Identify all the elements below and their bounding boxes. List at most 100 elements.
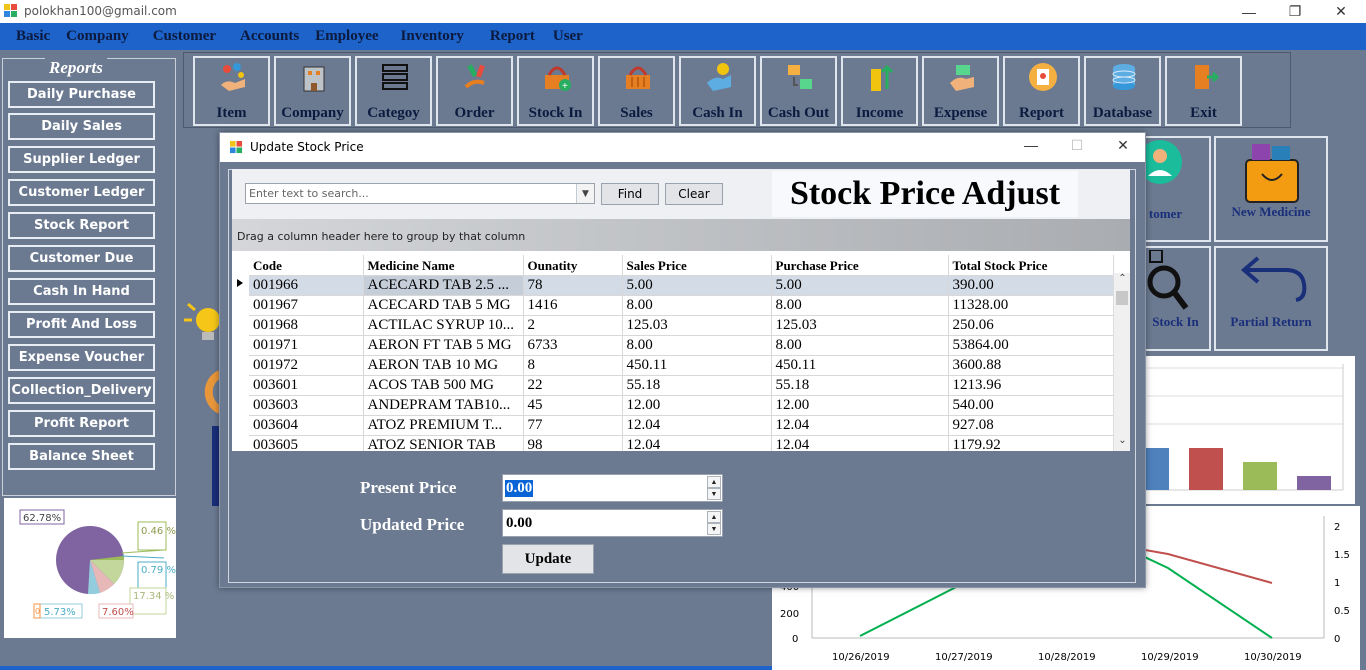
- search-input[interactable]: Enter text to search... ▼: [245, 183, 595, 204]
- partial-return-tile[interactable]: Partial Return: [1214, 246, 1328, 351]
- balance-sheet-button[interactable]: Balance Sheet: [8, 443, 155, 470]
- pie-label-6: 0: [35, 607, 40, 616]
- column-header-sales-price[interactable]: Sales Price: [622, 255, 772, 276]
- pie-label-3: 17.34 %: [133, 591, 174, 602]
- toolbar-cash-out-button[interactable]: Cash Out: [760, 56, 837, 126]
- toolbar-income-label: Income: [855, 105, 904, 121]
- magnifier-icon: [1147, 250, 1189, 310]
- cell-sales-price: 8.00: [622, 295, 772, 316]
- table-row[interactable]: 003603 ANDEPRAM TAB10... 45 12.00 12.00 …: [249, 395, 1114, 416]
- dialog-app-icon: [230, 141, 243, 154]
- menu-company[interactable]: Company: [58, 28, 137, 45]
- menu-user[interactable]: User: [545, 28, 591, 45]
- bar-2: [1189, 448, 1223, 490]
- chevron-down-icon[interactable]: ▼: [576, 184, 594, 203]
- left-tick-1: 200: [780, 609, 799, 620]
- expense-voucher-button[interactable]: Expense Voucher: [8, 344, 155, 371]
- customer-ledger-button[interactable]: Customer Ledger: [8, 179, 155, 206]
- menu-employee[interactable]: Employee: [307, 28, 386, 45]
- toolbar-stock-in-label: Stock In: [528, 105, 583, 121]
- toolbar-company-button[interactable]: Company: [274, 56, 351, 126]
- table-row[interactable]: 001972 AERON TAB 10 MG 8 450.11 450.11 3…: [249, 355, 1114, 376]
- table-row[interactable]: 003604 ATOZ PREMIUM T... 77 12.04 12.04 …: [249, 415, 1114, 436]
- toolbar-expense-button[interactable]: Expense: [922, 56, 999, 126]
- toolbar-sales-button[interactable]: Sales: [598, 56, 675, 126]
- toolbar-cash-in-button[interactable]: Cash In: [679, 56, 756, 126]
- reports-legend: Reports: [45, 58, 107, 78]
- cell-purchase-price: 12.04: [771, 435, 949, 451]
- table-row[interactable]: 001967 ACECARD TAB 5 MG 1416 8.00 8.00 1…: [249, 295, 1114, 316]
- cell-sales-price: 8.00: [622, 335, 772, 356]
- table-row[interactable]: 001971 AERON FT TAB 5 MG 6733 8.00 8.00 …: [249, 335, 1114, 356]
- toolbar-stock-in-button[interactable]: + Stock In: [517, 56, 594, 126]
- clear-button[interactable]: Clear: [665, 183, 723, 205]
- menu-basic[interactable]: Basic: [8, 28, 58, 45]
- update-button[interactable]: Update: [502, 544, 594, 574]
- column-header-medicine-name[interactable]: Medicine Name: [363, 255, 524, 276]
- column-header-quantity[interactable]: Ounatity: [523, 255, 623, 276]
- stock-report-button[interactable]: Stock Report: [8, 212, 155, 239]
- toolbar-report-button[interactable]: Report: [1003, 56, 1080, 126]
- new-medicine-tile[interactable]: New Medicine: [1214, 136, 1328, 242]
- toolbar-exit-label: Exit: [1190, 105, 1217, 121]
- vertical-scrollbar[interactable]: ⌃ ⌄: [1113, 273, 1130, 451]
- menu-report[interactable]: Report: [482, 28, 543, 45]
- toolbar-database-button[interactable]: Database: [1084, 56, 1161, 126]
- collection-delivery-button[interactable]: Collection_Delivery: [8, 377, 155, 404]
- present-price-spinner[interactable]: ▲ ▼: [707, 476, 721, 500]
- scroll-up-icon[interactable]: ⌃: [1114, 273, 1130, 289]
- cell-quantity: 6733: [523, 335, 623, 356]
- cell-purchase-price: 450.11: [771, 355, 949, 376]
- dialog-title: Update Stock Price: [250, 140, 364, 154]
- cell-code: 001971: [249, 335, 364, 356]
- dialog-minimize-button[interactable]: —: [1016, 137, 1046, 157]
- bar-4: [1297, 476, 1331, 490]
- stock-in-tile-label: Stock In: [1152, 314, 1199, 329]
- toolbar-expense-label: Expense: [933, 105, 988, 121]
- cell-total-stock-price: 1213.96: [948, 375, 1114, 396]
- column-header-code[interactable]: Code: [249, 255, 364, 276]
- dialog-maximize-button[interactable]: ☐: [1062, 137, 1092, 157]
- cell-sales-price: 450.11: [622, 355, 772, 376]
- profit-and-loss-button[interactable]: Profit And Loss: [8, 311, 155, 338]
- find-button[interactable]: Find: [601, 183, 659, 205]
- scroll-thumb[interactable]: [1116, 291, 1128, 305]
- menu-accounts[interactable]: Accounts: [232, 28, 307, 45]
- updated-price-spinner[interactable]: ▲ ▼: [707, 511, 721, 535]
- toolbar-category-button[interactable]: Categoy: [355, 56, 432, 126]
- table-row[interactable]: 001968 ACTILAC SYRUP 10... 2 125.03 125.…: [249, 315, 1114, 336]
- toolbar-exit-button[interactable]: Exit: [1165, 56, 1242, 126]
- daily-sales-button[interactable]: Daily Sales: [8, 113, 155, 140]
- shopping-bag-icon: [1245, 144, 1299, 203]
- cash-in-hand-button[interactable]: Cash In Hand: [8, 278, 155, 305]
- pie-label-0: 62.78%: [23, 513, 61, 524]
- toolbar-order-button[interactable]: Order: [436, 56, 513, 126]
- cell-purchase-price: 12.04: [771, 415, 949, 436]
- toolbar-item-button[interactable]: Item: [193, 56, 270, 126]
- menu-customer[interactable]: Customer: [145, 28, 224, 45]
- scroll-down-icon[interactable]: ⌄: [1114, 435, 1130, 451]
- table-row[interactable]: 001966 ACECARD TAB 2.5 ... 78 5.00 5.00 …: [249, 275, 1114, 296]
- column-header-total-stock-price[interactable]: Total Stock Price: [948, 255, 1114, 276]
- restore-button[interactable]: ❐: [1272, 0, 1318, 23]
- cell-total-stock-price: 11328.00: [948, 295, 1114, 316]
- dialog-close-button[interactable]: ✕: [1108, 137, 1138, 157]
- table-row[interactable]: 003601 ACOS TAB 500 MG 22 55.18 55.18 12…: [249, 375, 1114, 396]
- minimize-button[interactable]: —: [1226, 0, 1272, 23]
- cell-medicine-name: ACOS TAB 500 MG: [363, 375, 524, 396]
- daily-purchase-button[interactable]: Daily Purchase: [8, 81, 155, 108]
- customer-due-button[interactable]: Customer Due: [8, 245, 155, 272]
- table-row[interactable]: 003605 ATOZ SENIOR TAB 98 12.04 12.04 11…: [249, 435, 1114, 451]
- updated-price-input[interactable]: 0.00 ▲ ▼: [502, 509, 723, 537]
- profit-report-button[interactable]: Profit Report: [8, 410, 155, 437]
- toolbar-income-button[interactable]: Income: [841, 56, 918, 126]
- present-price-input[interactable]: 0.00 ▲ ▼: [502, 474, 723, 502]
- column-header-purchase-price[interactable]: Purchase Price: [771, 255, 949, 276]
- cell-sales-price: 12.00: [622, 395, 772, 416]
- cell-total-stock-price: 1179.92: [948, 435, 1114, 451]
- cell-purchase-price: 12.00: [771, 395, 949, 416]
- supplier-ledger-button[interactable]: Supplier Ledger: [8, 146, 155, 173]
- toolbar-database-label: Database: [1092, 105, 1153, 121]
- close-button[interactable]: ✕: [1318, 0, 1364, 23]
- menu-inventory[interactable]: Inventory: [393, 28, 472, 45]
